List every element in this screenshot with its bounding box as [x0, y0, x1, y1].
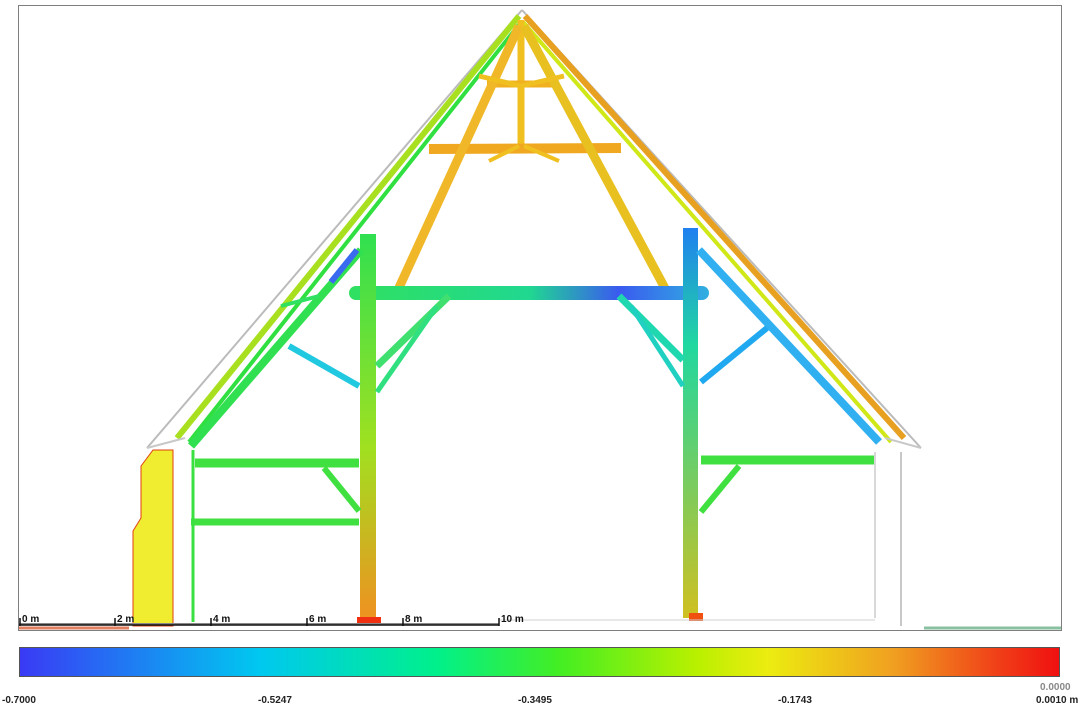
upper-strut-left — [392, 24, 524, 294]
colorbar-tick-3: -0.1743 — [778, 695, 812, 706]
beam-brace-left-2 — [374, 304, 440, 394]
beam-brace-right-1 — [616, 293, 686, 363]
scale-label-4: 4 m — [213, 614, 230, 625]
rafter-left-inner — [187, 20, 523, 444]
color-scale-bar — [19, 647, 1060, 677]
scale-label-0: 0 m — [22, 614, 39, 625]
colorbar-tick-min: -0.7000 — [2, 695, 36, 706]
roof-outline-left — [146, 9, 523, 449]
post-left — [360, 234, 376, 622]
post-right — [683, 228, 698, 618]
wall-brace-right — [698, 464, 742, 514]
point-cloud-viewport[interactable]: 0 m 2 m 4 m 6 m 8 m 10 m — [18, 5, 1062, 631]
scale-label-6: 6 m — [309, 614, 326, 625]
aisle-brace-right — [699, 325, 769, 385]
roof-truss-section: 0 m 2 m 4 m 6 m 8 m 10 m — [19, 9, 1061, 630]
colorbar-max-bottom: 0.0010 m — [1036, 695, 1079, 706]
wall-left — [132, 449, 174, 627]
beam-brace-right-2 — [628, 304, 686, 388]
beam-brace-left-1 — [374, 293, 452, 369]
tie-beam — [349, 286, 709, 300]
colorbar-tick-2: -0.3495 — [518, 695, 552, 706]
aisle-strut-right — [696, 247, 882, 445]
aisle-brace-left — [287, 343, 361, 389]
wall-brace-left — [321, 466, 362, 513]
eave-left — [146, 437, 186, 449]
colorbar-tick-1: -0.5247 — [258, 695, 292, 706]
scale-label-10: 10 m — [501, 614, 524, 625]
scale-label-8: 8 m — [405, 614, 422, 625]
rafter-left-outer — [174, 14, 522, 440]
colorbar-max-top: 0.0000 — [1040, 682, 1071, 693]
scale-label-2: 2 m — [117, 614, 134, 625]
